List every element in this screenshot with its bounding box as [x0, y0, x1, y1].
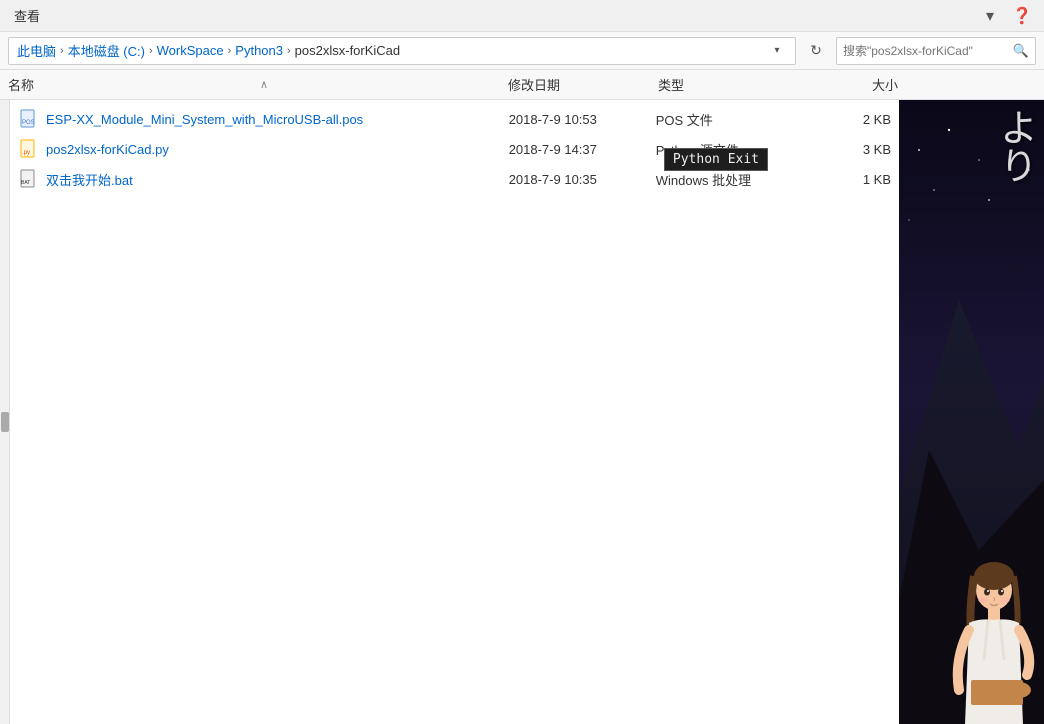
side-panel-bg: より — [899, 100, 1044, 724]
breadcrumb-dropdown[interactable]: ▾ — [767, 41, 787, 61]
sep3: › — [228, 45, 232, 57]
search-input[interactable] — [843, 44, 1013, 58]
left-scrollbar[interactable] — [0, 100, 10, 724]
svg-text:POS: POS — [22, 120, 35, 126]
breadcrumb-python3[interactable]: Python3 — [235, 43, 283, 58]
address-bar: 此电脑 › 本地磁盘 (C:) › WorkSpace › Python3 › … — [0, 32, 1044, 70]
sep4: › — [287, 45, 291, 57]
col-name-header[interactable]: 名称 — [8, 75, 508, 94]
breadcrumb[interactable]: 此电脑 › 本地磁盘 (C:) › WorkSpace › Python3 › … — [8, 37, 796, 65]
jp-text: より — [990, 108, 1036, 184]
file-size: 1 KB — [813, 172, 891, 187]
file-date: 2018-7-9 10:53 — [509, 112, 656, 127]
sep1: › — [60, 45, 64, 57]
top-bar-right: ▾ ❓ — [976, 2, 1036, 30]
table-row[interactable]: POS ESP-XX_Module_Mini_System_with_Micro… — [10, 104, 899, 134]
file-list: POS ESP-XX_Module_Mini_System_with_Micro… — [10, 100, 899, 724]
refresh-button[interactable]: ↻ — [802, 37, 830, 65]
search-container: 🔍 — [836, 37, 1036, 65]
file-date: 2018-7-9 10:35 — [509, 172, 656, 187]
dropdown-btn[interactable]: ▾ — [976, 2, 1004, 30]
column-header: 名称 ∧ 修改日期 类型 大小 — [0, 70, 1044, 100]
file-size: 3 KB — [813, 142, 891, 157]
file-name[interactable]: 双击我开始.bat — [46, 170, 509, 189]
help-btn[interactable]: ❓ — [1008, 2, 1036, 30]
search-icon[interactable]: 🔍 — [1013, 43, 1029, 59]
file-type: Python 源文件 — [656, 140, 813, 159]
file-icon-pos: POS — [18, 108, 40, 130]
svg-text:BAT: BAT — [21, 180, 30, 186]
file-name[interactable]: pos2xlsx-forKiCad.py — [46, 142, 509, 157]
breadcrumb-workspace[interactable]: WorkSpace — [157, 43, 224, 58]
view-menu-item[interactable]: 查看 — [8, 2, 46, 29]
top-bar: 查看 ▾ ❓ — [0, 0, 1044, 32]
file-size: 2 KB — [813, 112, 891, 127]
file-area: POS ESP-XX_Module_Mini_System_with_Micro… — [0, 100, 1044, 724]
svg-text:.py: .py — [22, 150, 30, 156]
file-icon-bat: BAT — [18, 168, 40, 190]
table-row[interactable]: BAT 双击我开始.bat 2018-7-9 10:35 Windows 批处理… — [10, 164, 899, 194]
breadcrumb-c[interactable]: 本地磁盘 (C:) — [68, 41, 145, 60]
file-type: Windows 批处理 — [656, 170, 813, 189]
side-panel: より — [899, 100, 1044, 724]
file-name[interactable]: ESP-XX_Module_Mini_System_with_MicroUSB-… — [46, 112, 509, 127]
col-type-header[interactable]: 类型 — [658, 75, 818, 94]
col-up-arrow[interactable]: ∧ — [260, 78, 268, 91]
table-row[interactable]: .py pos2xlsx-forKiCad.py 2018-7-9 14:37 … — [10, 134, 899, 164]
file-date: 2018-7-9 14:37 — [509, 142, 656, 157]
file-icon-py: .py — [18, 138, 40, 160]
file-type: POS 文件 — [656, 110, 813, 129]
scrollbar-thumb[interactable] — [1, 412, 9, 432]
col-date-header[interactable]: 修改日期 — [508, 75, 658, 94]
sep2: › — [149, 45, 153, 57]
breadcrumb-current: pos2xlsx-forKiCad — [295, 43, 401, 58]
breadcrumb-pc[interactable]: 此电脑 — [17, 41, 56, 60]
col-size-header[interactable]: 大小 — [818, 75, 898, 94]
